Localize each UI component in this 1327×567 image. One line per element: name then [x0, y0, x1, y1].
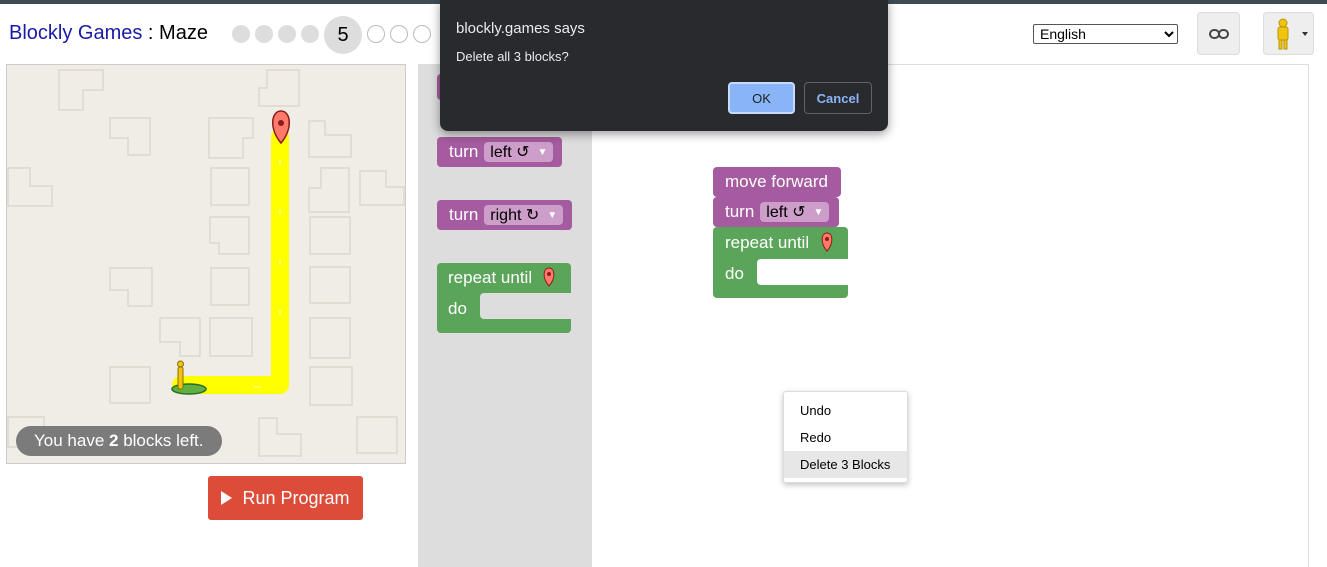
level-2-dot[interactable] [255, 25, 273, 43]
maze-path [172, 128, 289, 394]
turn-keyword: turn [725, 202, 755, 221]
direction-value: left ↺ [766, 204, 806, 221]
move-forward-label: move forward [725, 172, 828, 191]
direction-value: right ↻ [490, 207, 540, 224]
toolbox-turn-left-block[interactable]: turn left ↺ ▼ [437, 137, 562, 167]
maze-canvas [6, 64, 406, 464]
game-name: Maze [159, 22, 208, 44]
confirm-dialog: blockly.games says Delete all 3 blocks? … [440, 0, 888, 131]
do-statement-slot[interactable] [757, 259, 848, 285]
direction-dropdown[interactable]: right ↻ ▼ [484, 205, 564, 225]
undo-menu-item[interactable]: Undo [784, 397, 907, 424]
capacity-suffix: blocks left. [118, 431, 204, 450]
turn-keyword: turn [449, 205, 479, 224]
repeat-keyword: repeat until [448, 268, 533, 287]
link-button[interactable] [1197, 12, 1240, 55]
redo-menu-item[interactable]: Redo [784, 424, 907, 451]
ok-button[interactable]: OK [728, 82, 795, 114]
blockly-workspace[interactable]: move forward turn left ↺ ▼ repeat until d… [592, 64, 1309, 567]
direction-value: left ↺ [490, 144, 530, 161]
level-4-dot[interactable] [301, 25, 319, 43]
level-6-dot[interactable] [367, 25, 385, 43]
maze-background-tiles [7, 69, 405, 457]
page-title: Blockly Games : Maze [9, 22, 208, 45]
dropdown-arrow-icon [1302, 32, 1308, 36]
direction-dropdown[interactable]: left ↺ ▼ [484, 142, 554, 162]
cancel-button[interactable]: Cancel [804, 82, 872, 114]
repeat-until-block[interactable]: repeat until do [713, 227, 848, 298]
run-program-label: Run Program [242, 487, 350, 508]
move-forward-block[interactable]: move forward [713, 167, 841, 197]
blocks-left-notice: You have 2 blocks left. [16, 426, 222, 456]
level-1-dot[interactable] [232, 25, 250, 43]
pegman-icon [1277, 18, 1308, 50]
dropdown-caret-icon: ▼ [547, 209, 558, 221]
level-7-dot[interactable] [390, 25, 408, 43]
do-statement-slot[interactable] [480, 293, 571, 319]
dialog-message: Delete all 3 blocks? [456, 49, 569, 64]
dialog-origin: blockly.games says [456, 20, 585, 37]
toolbox-flyout: turn left ↺ ▼ turn right ↻ ▼ repeat until … [418, 64, 592, 567]
level-8-dot[interactable] [413, 25, 431, 43]
link-icon [1208, 28, 1229, 39]
workspace-context-menu: Undo Redo Delete 3 Blocks [783, 391, 908, 483]
title-separator: : [142, 22, 160, 44]
language-select[interactable]: English [1033, 24, 1178, 44]
toolbox-repeat-until-block[interactable]: repeat until do [437, 263, 571, 333]
do-keyword: do [448, 299, 467, 318]
delete-blocks-menu-item[interactable]: Delete 3 Blocks [784, 451, 907, 478]
dropdown-caret-icon: ▼ [813, 206, 824, 218]
turn-block[interactable]: turn left ↺ ▼ [713, 197, 839, 227]
finish-marker-icon [543, 267, 555, 287]
capacity-prefix: You have [34, 431, 109, 450]
current-level-badge[interactable]: 5 [324, 16, 362, 54]
turn-keyword: turn [449, 142, 479, 161]
play-icon [221, 491, 233, 505]
maze-drawing [7, 69, 405, 457]
level-3-dot[interactable] [278, 25, 296, 43]
dropdown-caret-icon: ▼ [537, 146, 548, 158]
toolbox-turn-right-block[interactable]: turn right ↻ ▼ [437, 200, 572, 230]
app-name-link[interactable]: Blockly Games [9, 22, 142, 44]
run-program-button[interactable]: Run Program [208, 476, 363, 520]
finish-marker-icon [821, 232, 833, 252]
skin-menu-button[interactable] [1263, 12, 1314, 55]
direction-dropdown[interactable]: left ↺ ▼ [760, 202, 830, 222]
repeat-keyword: repeat until [725, 233, 810, 252]
do-keyword: do [725, 264, 744, 283]
